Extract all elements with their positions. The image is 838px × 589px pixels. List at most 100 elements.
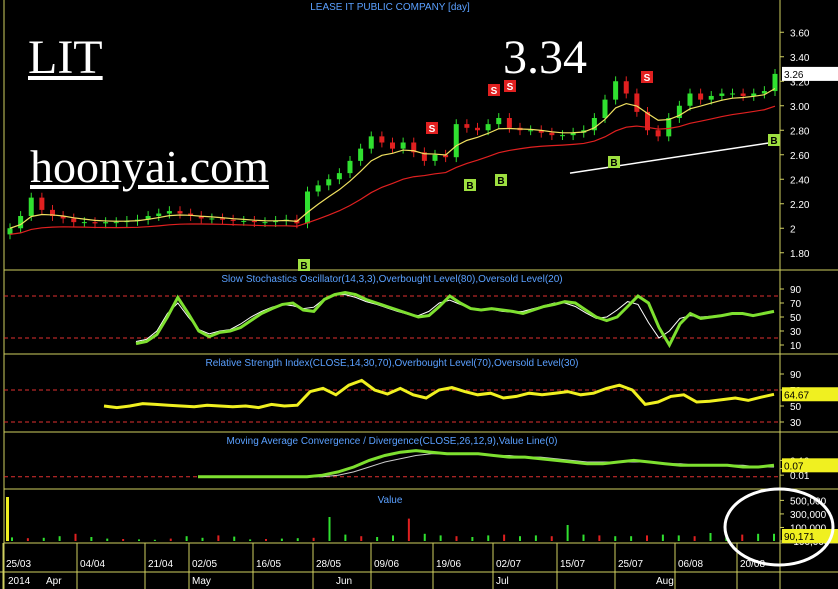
candle-body [453,124,459,158]
volume-first-bar [6,497,9,541]
volume-bar [42,537,45,541]
volume-bar [153,539,156,541]
sell-signal-label: S [491,86,498,97]
candle-body [18,216,24,229]
date-tick-label: 02/07 [496,559,521,570]
candle-body [71,218,77,223]
candle-body [209,218,215,220]
volume-bar [550,536,553,541]
candle-body [305,191,310,224]
date-tick-label: 25/03 [6,559,31,570]
candle-body [496,118,502,125]
stoch-panel-title: Slow Stochastics Oscillator(14,3,3),Over… [221,274,562,285]
volume-bar [582,534,585,541]
volume-bar [630,536,633,541]
candle-body [528,130,534,132]
candle-body [315,185,321,192]
panel-frames [3,0,838,589]
month-label: Aug [656,576,674,587]
date-tick-label: 28/05 [316,559,341,570]
volume-bar [185,536,188,541]
candle-body [719,93,725,96]
price-tick-label: 2 [790,224,796,235]
volume-bar [280,538,283,541]
candle-body [220,218,225,220]
last-price-label: 3.34 [503,31,587,84]
volume-bar [90,537,93,541]
price-panel-title: LEASE IT PUBLIC COMPANY [day] [310,2,470,13]
macd-panel-title: Moving Average Convergence / Divergence(… [227,436,558,447]
price-tick-label: 2.20 [790,200,810,211]
volume-bar [312,537,315,541]
volume-bar [614,536,617,541]
price-tick-label: 2.60 [790,151,810,162]
buy-signal-label: B [610,158,617,169]
candle-body [368,136,374,149]
candle-body [740,93,746,96]
stoch-d-line [135,294,775,342]
candle-body [262,222,268,224]
volume-bar [233,536,236,541]
stoch-tick-label: 70 [790,299,802,310]
candle-body [230,219,236,221]
date-tick-label: 15/07 [560,559,585,570]
buy-signal-label: B [497,176,504,187]
volume-bar [26,538,29,541]
volume-bar [106,538,109,541]
volume-bar [249,539,252,541]
date-tick-label: 16/05 [256,559,281,570]
symbol-label: LIT [28,31,103,84]
candle-body [772,73,778,92]
price-tick-label: 3.00 [790,102,810,113]
volume-tick-label: 300,000 [790,510,827,521]
rsi-value-label: 64.67 [784,390,809,401]
buy-signal-label: B [466,181,473,192]
candle-body [464,124,470,128]
volume-bar [201,537,204,541]
volume-bar [328,517,331,541]
candle-body [166,211,172,214]
volume-bar [471,537,474,541]
stoch-tick-label: 90 [790,285,802,296]
volume-bar [773,533,775,541]
candle-body [475,127,480,131]
volume-bar [741,534,744,541]
candle-body [655,130,661,137]
volume-panel-title: Value [378,495,403,506]
price-tick-label: 1.80 [790,249,810,260]
date-tick-label: 06/08 [678,559,703,570]
volume-bar [344,534,347,541]
volume-bar [566,525,569,541]
candle-body [103,222,109,224]
stoch-tick-label: 10 [790,341,802,352]
date-tick-label: 19/06 [436,559,461,570]
volume-bar [534,535,537,541]
volume-bar [360,536,363,541]
candle-body [698,93,704,100]
candle-body [506,118,512,128]
rsi-tick-label: 30 [790,418,802,429]
candle-body [251,220,257,223]
stoch-k-line [135,290,775,349]
candle-body [28,197,34,216]
volume-bar [693,536,696,541]
candle-body [432,154,438,161]
month-label: May [192,576,211,587]
buy-signal-label: B [770,136,777,147]
rsi-tick-label: 90 [790,370,802,381]
candle-body [623,81,629,94]
volume-bar [757,533,760,541]
candle-body [549,132,555,136]
volume-bar [169,538,172,541]
volume-bar [74,533,77,541]
candle-body [634,93,640,112]
candle-body [400,142,406,149]
date-tick-label: 25/07 [618,559,643,570]
candle-body [7,228,13,235]
stoch-tick-label: 50 [790,313,802,324]
candle-body [39,197,45,210]
axis-layer: 3.603.403.203.002.802.602.402.2021.803.2… [0,28,838,589]
stoch-tick-label: 30 [790,327,802,338]
macd-tick-label: 0.01 [790,471,810,482]
sell-signal-label: S [644,73,651,84]
